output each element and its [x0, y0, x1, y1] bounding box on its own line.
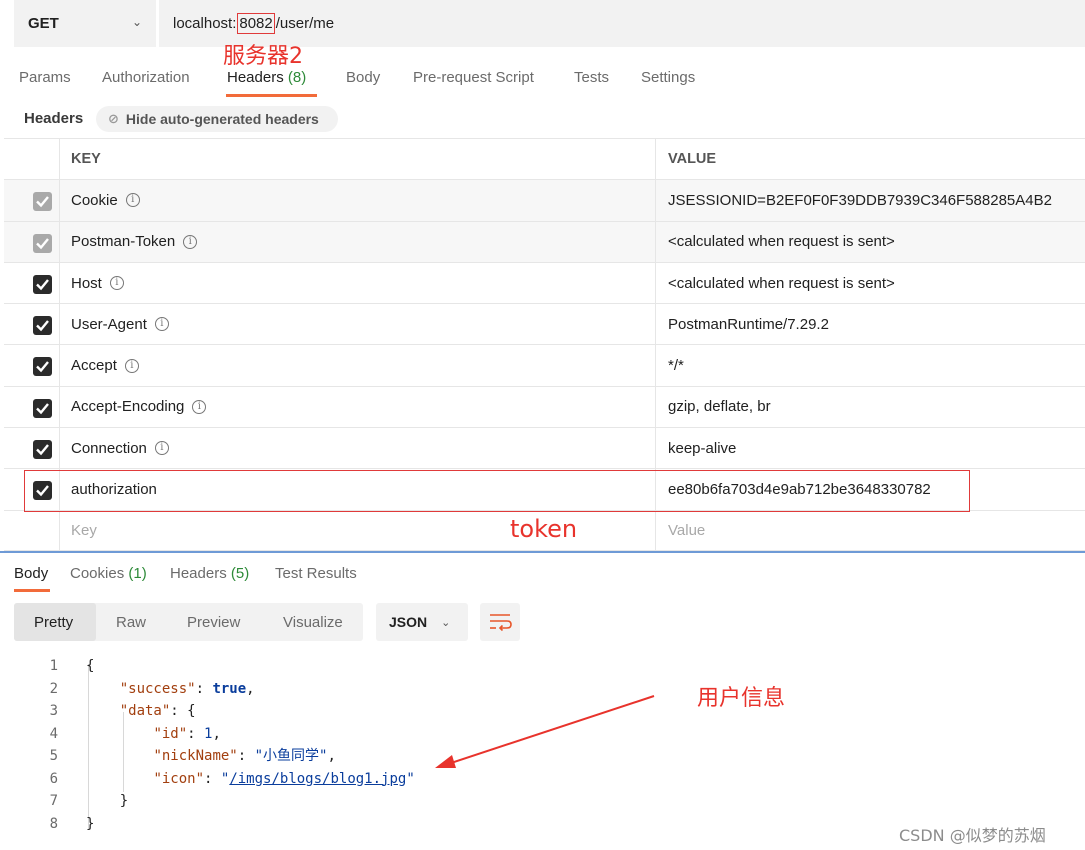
- annotation-arrow: [435, 695, 655, 768]
- watermark: CSDN @似梦的苏烟: [899, 826, 1046, 845]
